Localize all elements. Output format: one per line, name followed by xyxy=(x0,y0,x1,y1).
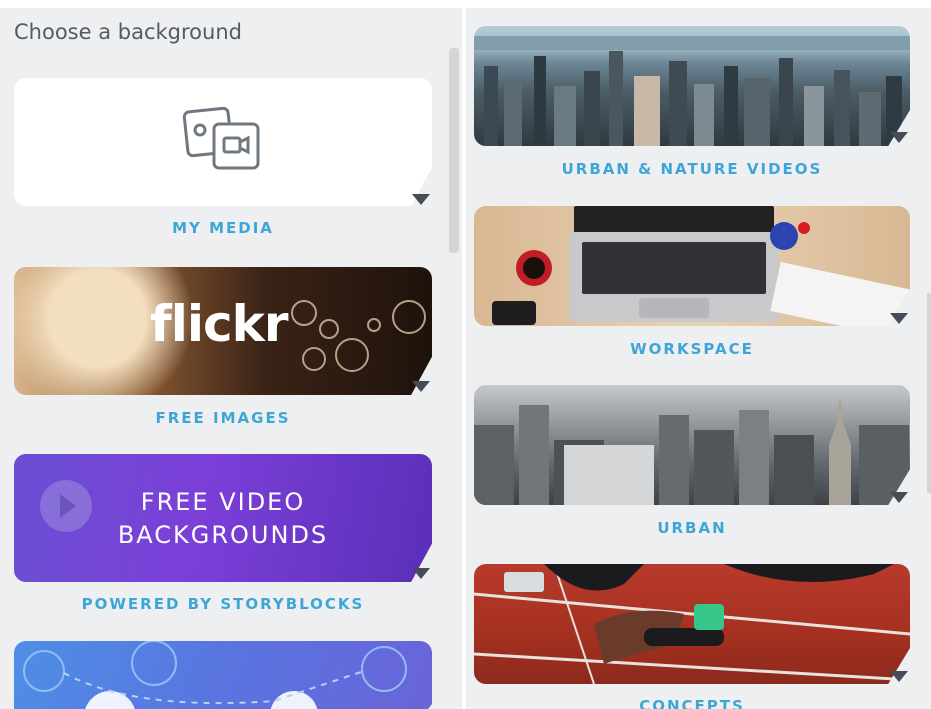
skyline-decoration xyxy=(474,36,910,146)
card-concepts[interactable] xyxy=(474,564,910,684)
caret-down-icon[interactable] xyxy=(890,132,908,143)
card-label-storyblocks: POWERED BY STORYBLOCKS xyxy=(81,595,365,613)
card-urban-nature-videos[interactable] xyxy=(474,26,910,146)
card-urban[interactable] xyxy=(474,385,910,505)
caret-down-icon[interactable] xyxy=(412,568,430,579)
right-panel: URBAN & NATURE VIDEOS WORKSPACE URBAN CO… xyxy=(466,8,931,709)
card-my-media[interactable] xyxy=(14,78,432,206)
caret-down-icon[interactable] xyxy=(890,492,908,503)
caret-down-icon[interactable] xyxy=(890,671,908,682)
flickr-logo-text: flickr xyxy=(150,295,289,353)
right-scrollbar-thumb[interactable] xyxy=(927,293,931,493)
workspace-decoration xyxy=(492,206,910,326)
card-workspace[interactable] xyxy=(474,206,910,326)
card-label-urban: URBAN xyxy=(657,519,727,537)
city-decoration xyxy=(474,395,909,505)
card-label-concepts: CONCEPTS xyxy=(639,697,745,709)
card-label-urban-nature: URBAN & NATURE VIDEOS xyxy=(561,160,823,178)
card-label-free-images: FREE IMAGES xyxy=(155,409,291,427)
card-storyblocks[interactable]: FREE VIDEO BACKGROUNDS xyxy=(14,454,432,582)
left-scrollbar-thumb[interactable] xyxy=(449,48,459,253)
card-free-images[interactable]: flickr xyxy=(14,267,432,395)
storyblocks-text-line1: FREE VIDEO xyxy=(140,488,306,516)
caret-down-icon[interactable] xyxy=(890,313,908,324)
card-label-my-media: MY MEDIA xyxy=(172,219,274,237)
card-network[interactable] xyxy=(14,641,432,709)
network-decoration xyxy=(23,641,407,709)
left-panel: Choose a background MY MEDIA flickr FREE… xyxy=(0,8,462,709)
storyblocks-text-line2: BACKGROUNDS xyxy=(117,521,329,549)
panel-heading: Choose a background xyxy=(14,20,242,44)
caret-down-icon[interactable] xyxy=(412,194,430,205)
media-icon xyxy=(182,106,260,170)
runner-decoration xyxy=(474,564,910,684)
caret-down-icon[interactable] xyxy=(412,381,430,392)
card-label-workspace: WORKSPACE xyxy=(630,340,754,358)
